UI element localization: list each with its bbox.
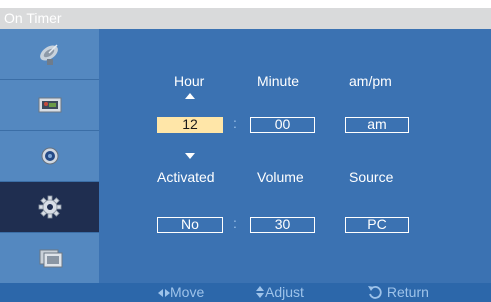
move-hint: Move: [158, 283, 204, 302]
move-label: Move: [170, 284, 205, 300]
sidebar-item-multi-window[interactable]: [0, 233, 99, 283]
minute-field[interactable]: 00: [250, 117, 315, 133]
sidebar: [0, 29, 99, 283]
increase-arrow-icon[interactable]: [185, 93, 195, 99]
multi-window-icon: [39, 249, 62, 268]
ampm-header: am/pm: [349, 73, 392, 89]
decrease-arrow-icon[interactable]: [185, 153, 195, 159]
on-timer-osd: On Timer Hour Minute am/pm 12: 00 am Ac…: [0, 0, 491, 302]
sidebar-item-input[interactable]: [0, 29, 99, 79]
return-icon: [368, 286, 382, 299]
timer-panel: Hour Minute am/pm 12 : 00 am Activated V…: [99, 29, 491, 283]
source-field[interactable]: PC: [345, 217, 409, 233]
sidebar-item-picture[interactable]: [0, 80, 99, 130]
hour-header: Hour: [174, 73, 205, 89]
left-right-arrow-icon: [158, 289, 170, 297]
activated-header: Activated: [157, 169, 215, 185]
ampm-field[interactable]: am: [345, 117, 409, 133]
picture-icon: [38, 97, 61, 113]
source-header: Source: [349, 169, 394, 185]
hour-field[interactable]: 12: [157, 117, 223, 133]
sound-icon: [41, 147, 58, 165]
settings-separator: :: [233, 215, 237, 231]
volume-field[interactable]: 30: [250, 217, 315, 233]
sidebar-item-setup[interactable]: [0, 182, 99, 232]
satellite-dish-icon: [39, 44, 58, 65]
return-label: Return: [386, 284, 429, 300]
footer-hints: Move Adjust Return: [0, 283, 491, 302]
minute-header: Minute: [257, 73, 300, 89]
window-title: On Timer: [0, 8, 491, 29]
volume-header: Volume: [257, 169, 304, 185]
time-separator: :: [233, 115, 237, 131]
adjust-label: Adjust: [265, 284, 304, 300]
return-hint: Return: [367, 283, 429, 302]
sidebar-item-sound[interactable]: [0, 131, 99, 181]
up-down-arrow-icon: [256, 286, 264, 298]
adjust-hint: Adjust: [255, 283, 304, 302]
activated-field[interactable]: No: [157, 217, 223, 233]
gear-icon: [38, 195, 61, 219]
